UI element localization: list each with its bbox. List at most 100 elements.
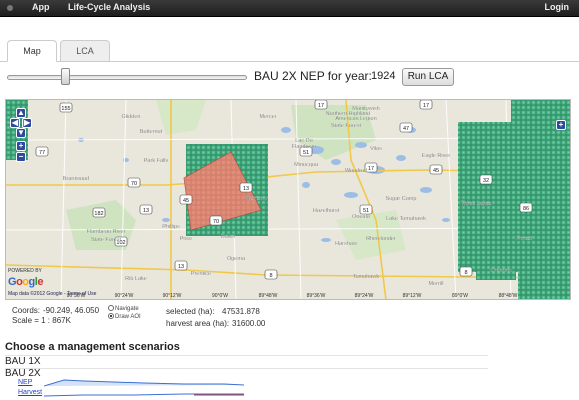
run-lca-button[interactable]: Run LCA	[402, 68, 454, 86]
route-shield: 45	[429, 164, 443, 175]
route-shield: 155	[59, 102, 73, 113]
place-label: Ogema	[227, 256, 246, 262]
year-label: BAU 2X NEP for year:	[254, 69, 372, 83]
powered-by-label: POWERED BY	[8, 268, 42, 274]
longitude-tick-label: 89°24'W	[355, 293, 374, 299]
svg-text:86: 86	[523, 206, 529, 212]
place-label: Rhinelander	[366, 236, 396, 242]
place-label: Harrison	[246, 196, 267, 202]
longitude-tick-label: 89°48'W	[259, 293, 278, 299]
zoom-out-icon[interactable]: −	[16, 152, 26, 162]
navigate-radio[interactable]	[108, 305, 114, 311]
svg-text:17: 17	[318, 103, 324, 109]
svg-text:8: 8	[269, 273, 272, 279]
scale-label: Scale = 1 : 867K	[12, 316, 71, 325]
tab-lca[interactable]: LCA	[60, 40, 110, 62]
route-shield: 32	[479, 174, 493, 185]
year-slider-thumb[interactable]	[61, 68, 70, 85]
login-link[interactable]: Login	[545, 2, 570, 12]
tab-map[interactable]: Map	[7, 40, 57, 62]
place-label: Prentice	[191, 271, 211, 277]
scenario-bau-2x[interactable]: BAU 2X	[5, 368, 41, 379]
place-label: Eagle River	[422, 153, 451, 159]
svg-text:47: 47	[403, 126, 409, 132]
route-shield: 17	[419, 100, 433, 110]
route-shield: 13	[139, 204, 153, 215]
nep-sparkline	[44, 379, 244, 387]
nav-lca-link[interactable]: Life-Cycle Analysis	[68, 2, 150, 12]
map-nav-control: ▲ ◀ ▶ ▼ + −	[10, 108, 32, 162]
year-slider-track[interactable]	[7, 75, 247, 80]
svg-text:13: 13	[243, 186, 249, 192]
svg-text:45: 45	[183, 198, 189, 204]
route-shield: 182	[92, 207, 106, 218]
svg-text:45: 45	[433, 168, 439, 174]
place-label: Mercer	[259, 114, 276, 120]
route-shield: 8	[264, 269, 278, 280]
route-shield: 47	[399, 122, 413, 133]
map-canvas[interactable]: 90°36'W 90°24'W 90°12'W 90°0'W 89°48'W 89°36'…	[6, 100, 571, 300]
year-value: 1924	[371, 70, 396, 82]
scenarios-title: Choose a management scenarios	[5, 341, 180, 353]
place-label: Butternut	[140, 129, 163, 135]
svg-text:182: 182	[94, 211, 103, 217]
series-nep-link[interactable]: NEP	[18, 379, 32, 386]
place-label: Dover	[221, 234, 236, 240]
scenario-bau-1x[interactable]: BAU 1X	[5, 356, 41, 367]
svg-text:155: 155	[61, 106, 70, 112]
place-label: Brantwood	[63, 176, 89, 182]
place-label: Vilas	[370, 146, 382, 152]
place-label: Hazelhurst	[313, 208, 340, 214]
pan-right-icon[interactable]: ▶	[22, 118, 32, 128]
harvest-label: harvest area (ha):	[166, 319, 230, 328]
place-label: Price	[180, 236, 193, 242]
route-shield: 13	[174, 260, 188, 271]
longitude-tick-label: 89°36'W	[307, 293, 326, 299]
svg-text:51: 51	[303, 150, 309, 156]
longitude-tick-label: 90°24'W	[115, 293, 134, 299]
series-harvest-link[interactable]: Harvest	[18, 389, 42, 396]
svg-text:17: 17	[423, 103, 429, 109]
layer-switcher-icon[interactable]: +	[556, 120, 566, 130]
selected-label: selected (ha):	[166, 307, 215, 316]
longitude-tick-label: 89°12'W	[403, 293, 422, 299]
route-shield: 8	[459, 266, 473, 277]
route-shield: 86	[519, 202, 533, 213]
place-label: Forest	[516, 236, 532, 242]
zoom-in-icon[interactable]: +	[16, 141, 26, 151]
longitude-tick-label: 90°12'W	[163, 293, 182, 299]
navigate-label: Navigate	[115, 306, 139, 312]
svg-text:32: 32	[483, 178, 489, 184]
pan-up-icon[interactable]: ▲	[16, 108, 26, 118]
place-label: Flambeau River	[87, 229, 126, 235]
route-shield: 77	[35, 146, 49, 157]
divider	[5, 355, 488, 356]
nav-app-link[interactable]: App	[32, 2, 50, 12]
place-label: Park Falls	[144, 158, 169, 164]
pan-left-icon[interactable]: ◀	[10, 118, 20, 128]
place-label: State Forest	[91, 237, 121, 243]
brand-icon	[7, 5, 13, 11]
selected-value: 47531.878	[222, 307, 260, 316]
divider	[5, 368, 488, 369]
longitude-tick-label: 90°0'W	[212, 293, 228, 299]
route-shield: 45	[179, 194, 193, 205]
map-view[interactable]: 90°36'W 90°24'W 90°12'W 90°0'W 89°48'W 89°36'…	[5, 99, 571, 300]
svg-text:17: 17	[368, 166, 374, 172]
map-terms-link[interactable]: Map data ©2012 Google - Terms of Use	[8, 291, 96, 297]
longitude-tick-label: 88°48'W	[499, 293, 518, 299]
svg-text:70: 70	[131, 181, 137, 187]
place-label: Crandon	[490, 268, 511, 274]
svg-text:13: 13	[143, 208, 149, 214]
harvest-value: 31600.00	[232, 319, 266, 328]
route-shield: 70	[209, 215, 223, 226]
draw-aoi-option[interactable]: Draw AOI	[108, 313, 141, 320]
place-label: Lake Tomahawk	[386, 216, 426, 222]
navigate-option[interactable]: Navigate	[108, 305, 139, 312]
pan-down-icon[interactable]: ▼	[16, 128, 26, 138]
coords-label: Coords:	[12, 306, 41, 315]
draw-aoi-radio[interactable]	[108, 313, 114, 319]
google-logo: Google	[8, 276, 43, 288]
place-label: Phillips	[162, 224, 180, 230]
place-label: Oneida	[352, 214, 371, 220]
